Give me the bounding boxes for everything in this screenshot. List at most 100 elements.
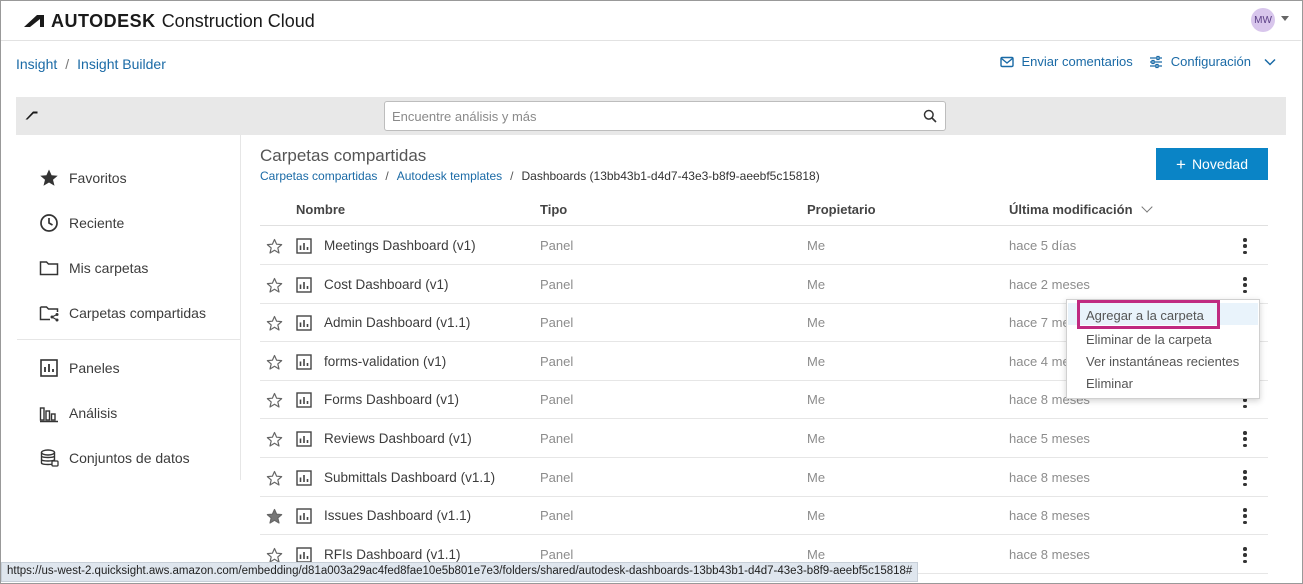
search-field[interactable] bbox=[384, 101, 946, 131]
row-type: Panel bbox=[540, 431, 574, 446]
row-type: Panel bbox=[540, 470, 574, 485]
row-name[interactable]: Reviews Dashboard (v1) bbox=[324, 431, 472, 446]
row-owner: Me bbox=[807, 508, 826, 523]
favorite-star-icon[interactable] bbox=[266, 470, 283, 487]
row-name[interactable]: forms-validation (v1) bbox=[324, 354, 446, 369]
new-button[interactable]: + Novedad bbox=[1156, 148, 1268, 180]
sort-chevron-icon[interactable] bbox=[1140, 201, 1153, 213]
column-header-nombre[interactable]: Nombre bbox=[296, 202, 345, 217]
table-header: Nombre Tipo Propietario Última modificac… bbox=[260, 195, 1268, 226]
menu-item-eliminar-de-la-carpeta[interactable]: Eliminar de la carpeta bbox=[1086, 332, 1212, 347]
table-row[interactable]: Reviews Dashboard (v1) Panel Me hace 5 mese… bbox=[260, 420, 1268, 458]
page-title: Carpetas compartidas bbox=[260, 146, 427, 165]
column-header-tipo[interactable]: Tipo bbox=[540, 202, 567, 217]
feedback-label: Enviar comentarios bbox=[1021, 54, 1133, 69]
dashboard-icon bbox=[296, 392, 312, 408]
sidebar-item-paneles[interactable]: Paneles bbox=[39, 356, 120, 380]
sidebar-item-mis-carpetas[interactable]: Mis carpetas bbox=[39, 256, 148, 280]
row-modified: hace 8 meses bbox=[1009, 508, 1090, 523]
mail-icon bbox=[999, 56, 1014, 67]
sidebar-item-label: Reciente bbox=[69, 215, 125, 231]
favorite-star-icon[interactable] bbox=[266, 315, 283, 332]
menu-item-ver-instantaneas-recientes[interactable]: Ver instantáneas recientes bbox=[1086, 354, 1239, 369]
brand-name: AUTODESK bbox=[51, 10, 156, 31]
dashboard-icon bbox=[296, 277, 312, 293]
more-options-icon[interactable] bbox=[1238, 236, 1252, 256]
row-modified: hace 5 meses bbox=[1009, 431, 1090, 446]
favorite-star-icon[interactable] bbox=[266, 354, 283, 371]
row-modified: hace 2 meses bbox=[1009, 277, 1090, 292]
table-row[interactable]: Meetings Dashboard (v1) Panel Me hace 5 día… bbox=[260, 227, 1268, 265]
row-type: Panel bbox=[540, 547, 574, 562]
sidebar-item-label: Conjuntos de datos bbox=[69, 450, 190, 466]
dashboard-icon bbox=[296, 354, 312, 370]
sidebar-item-label: Favoritos bbox=[69, 170, 127, 186]
row-modified: hace 8 meses bbox=[1009, 547, 1090, 562]
row-name[interactable]: Forms Dashboard (v1) bbox=[324, 392, 459, 407]
folder-icon bbox=[39, 261, 59, 276]
breadcrumb-insight-builder[interactable]: Insight Builder bbox=[77, 56, 166, 72]
column-header-propietario[interactable]: Propietario bbox=[807, 202, 876, 217]
folder-path-breadcrumb: Carpetas compartidas / Autodesk template… bbox=[260, 169, 820, 183]
breadcrumb: Insight / Insight Builder bbox=[16, 56, 166, 72]
search-input[interactable] bbox=[385, 102, 905, 130]
avatar[interactable]: MW bbox=[1251, 8, 1275, 32]
sidebar-item-favoritos[interactable]: Favoritos bbox=[39, 166, 127, 190]
sliders-icon bbox=[1149, 55, 1162, 68]
column-header-label: Última modificación bbox=[1009, 202, 1133, 217]
path-current-folder: Dashboards (13bb43b1-d4d7-43e3-b8f9-aeeb… bbox=[521, 169, 820, 183]
sidebar-divider bbox=[17, 339, 240, 340]
favorite-star-icon[interactable] bbox=[266, 238, 283, 255]
shared-folder-icon bbox=[39, 306, 59, 322]
settings-label: Configuración bbox=[1170, 54, 1251, 69]
star-icon bbox=[40, 169, 58, 186]
more-options-icon[interactable] bbox=[1238, 275, 1252, 295]
new-button-label: Novedad bbox=[1191, 156, 1248, 172]
top-header: AUTODESK Construction Cloud MW bbox=[1, 1, 1301, 41]
favorite-star-icon[interactable] bbox=[266, 392, 283, 409]
more-options-icon[interactable] bbox=[1238, 545, 1252, 565]
row-name[interactable]: Cost Dashboard (v1) bbox=[324, 277, 449, 292]
row-modified: hace 8 meses bbox=[1009, 470, 1090, 485]
menu-item-eliminar[interactable]: Eliminar bbox=[1086, 376, 1133, 391]
row-name[interactable]: Submittals Dashboard (v1.1) bbox=[324, 470, 495, 485]
autodesk-logo-icon bbox=[25, 111, 38, 120]
row-name[interactable]: RFIs Dashboard (v1.1) bbox=[324, 547, 461, 562]
path-autodesk-templates[interactable]: Autodesk templates bbox=[397, 169, 502, 183]
row-owner: Me bbox=[807, 431, 826, 446]
row-name[interactable]: Meetings Dashboard (v1) bbox=[324, 238, 476, 253]
favorite-star-icon[interactable] bbox=[266, 431, 283, 448]
dashboard-icon bbox=[296, 508, 312, 524]
row-type: Panel bbox=[540, 354, 574, 369]
product-name: Construction Cloud bbox=[161, 10, 315, 31]
table-row[interactable]: Issues Dashboard (v1.1) Panel Me hace 8 mes… bbox=[260, 497, 1268, 535]
account-caret-icon[interactable] bbox=[1281, 16, 1289, 21]
table-row[interactable]: Submittals Dashboard (v1.1) Panel Me hace 8… bbox=[260, 459, 1268, 497]
settings-button[interactable]: Configuración bbox=[1149, 54, 1277, 69]
breadcrumb-separator: / bbox=[65, 56, 70, 72]
sidebar-item-carpetas-compartidas[interactable]: Carpetas compartidas bbox=[39, 301, 206, 325]
favorite-star-icon[interactable] bbox=[266, 508, 283, 525]
feedback-button[interactable]: Enviar comentarios bbox=[999, 54, 1133, 69]
sidebar-item-reciente[interactable]: Reciente bbox=[39, 211, 124, 235]
context-menu: Agregar a la carpeta Eliminar de la carp… bbox=[1066, 299, 1260, 399]
row-name[interactable]: Issues Dashboard (v1.1) bbox=[324, 508, 471, 523]
path-separator: / bbox=[510, 169, 514, 183]
path-carpetas-compartidas[interactable]: Carpetas compartidas bbox=[260, 169, 377, 183]
sidebar-item-label: Análisis bbox=[69, 405, 118, 421]
sidebar-item-conjuntos-de-datos[interactable]: Conjuntos de datos bbox=[39, 446, 190, 470]
column-header-ultima-modificacion[interactable]: Última modificación bbox=[1009, 201, 1153, 217]
row-type: Panel bbox=[540, 315, 574, 330]
search-icon[interactable] bbox=[923, 109, 937, 123]
menu-item-agregar-a-la-carpeta[interactable]: Agregar a la carpeta bbox=[1086, 308, 1204, 323]
breadcrumb-insight[interactable]: Insight bbox=[16, 56, 57, 72]
row-name[interactable]: Admin Dashboard (v1.1) bbox=[324, 315, 470, 330]
more-options-icon[interactable] bbox=[1238, 506, 1252, 526]
chevron-down-icon bbox=[1264, 58, 1276, 66]
brand[interactable]: AUTODESK Construction Cloud bbox=[23, 10, 315, 32]
row-owner: Me bbox=[807, 238, 826, 253]
favorite-star-icon[interactable] bbox=[266, 277, 283, 294]
more-options-icon[interactable] bbox=[1238, 429, 1252, 449]
more-options-icon[interactable] bbox=[1238, 468, 1252, 488]
sidebar-item-analisis[interactable]: Análisis bbox=[39, 401, 117, 425]
